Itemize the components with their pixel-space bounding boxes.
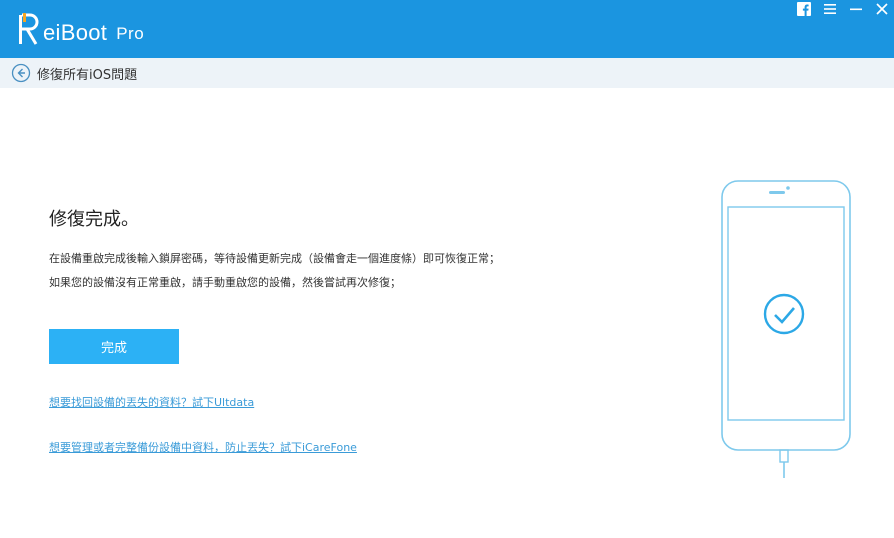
app-edition-label: Pro bbox=[116, 24, 145, 43]
minimize-icon[interactable] bbox=[848, 1, 864, 17]
menu-icon[interactable] bbox=[822, 1, 838, 17]
page-title: 修復所有iOS問題 bbox=[37, 67, 138, 83]
ultdata-link[interactable]: 想要找回設備的丟失的資料？試下Ultdata bbox=[49, 394, 254, 410]
back-arrow-icon[interactable] bbox=[11, 63, 31, 83]
repair-complete-heading: 修復完成。 bbox=[49, 209, 139, 230]
title-bar: eiBoot Pro bbox=[0, 0, 894, 58]
done-button[interactable]: 完成 bbox=[49, 329, 179, 364]
instruction-line-1: 在設備重啟完成後輸入鎖屏密碼，等待設備更新完成（設備會走一個進度條）即可恢復正常… bbox=[49, 252, 500, 265]
navigation-bar: 修復所有iOS問題 bbox=[0, 58, 894, 88]
phone-check-icon bbox=[721, 180, 851, 478]
icarefone-link[interactable]: 想要管理或者完整備份設備中資料，防止丟失？試下iCareFone bbox=[49, 439, 357, 455]
window-controls bbox=[796, 0, 890, 18]
app-logo-text: eiBoot bbox=[43, 20, 108, 45]
app-logo: eiBoot Pro bbox=[16, 10, 144, 46]
facebook-icon[interactable] bbox=[796, 1, 812, 17]
instruction-line-2: 如果您的設備沒有正常重啟，請手動重啟您的設備，然後嘗試再次修復； bbox=[49, 276, 401, 289]
reiboot-logo-icon bbox=[19, 13, 39, 45]
close-icon[interactable] bbox=[874, 1, 890, 17]
